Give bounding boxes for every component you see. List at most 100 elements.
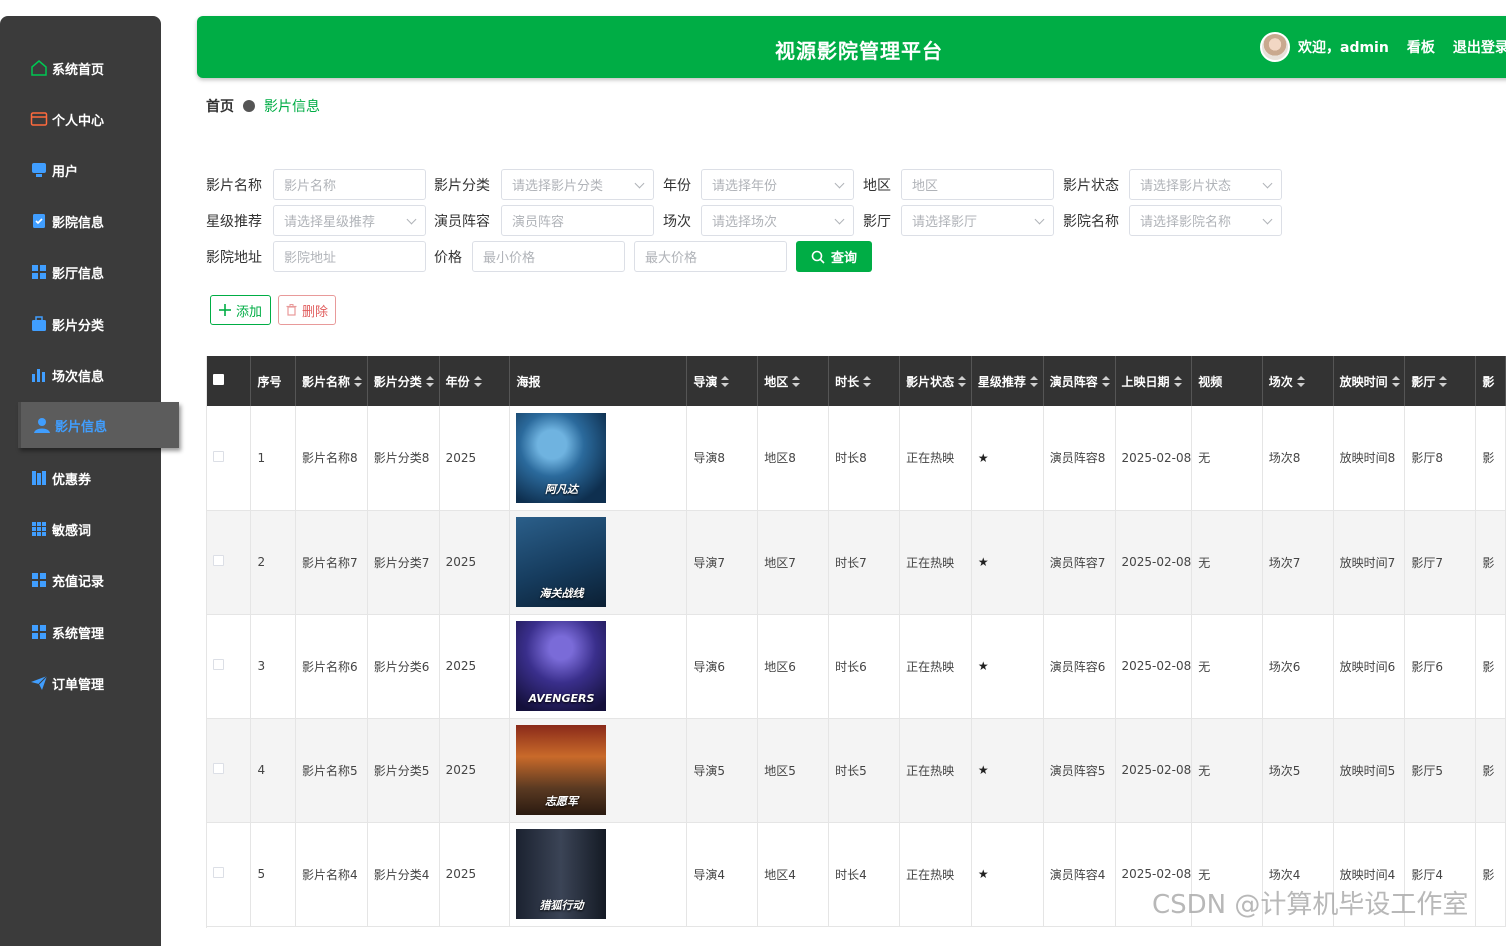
table-row[interactable]: 3 影片名称6 影片分类6 2025 AVENGERS 导演6 地区6 时长6 正在热映 ★ 演员阵…	[207, 614, 1506, 719]
table-row[interactable]: 1 影片名称8 影片分类8 2025 阿凡达 导演8 地区8 时长8 正在热映 ★ 演员阵容8 202…	[207, 406, 1506, 511]
rating-select[interactable]: 请选择星级推荐	[273, 205, 426, 236]
film-name-input[interactable]: 影片名称	[273, 169, 426, 200]
cell-rating: ★	[971, 406, 1044, 511]
col-header-director[interactable]: 导演	[686, 356, 759, 406]
cast-placeholder: 演员阵容	[512, 215, 565, 230]
row-checkbox[interactable]	[207, 406, 252, 511]
sidebar-item-sensitive-words[interactable]: 敏感词	[30, 515, 91, 543]
sidebar-item-coupon[interactable]: 优惠券	[30, 464, 91, 492]
col-header-release[interactable]: 上映日期	[1115, 356, 1193, 406]
col-header-region[interactable]: 地区	[757, 356, 830, 406]
cell-rating: ★	[971, 718, 1044, 823]
chevron-down-icon	[1262, 178, 1273, 189]
poster-image[interactable]: AVENGERS	[516, 621, 607, 711]
cell-duration: 时长4	[828, 822, 901, 927]
avatar[interactable]	[1260, 32, 1290, 62]
cell-rating: ★	[971, 510, 1044, 615]
price-min-input[interactable]: 最小价格	[472, 241, 625, 272]
sidebar-item-session-info[interactable]: 场次信息	[30, 361, 104, 389]
status-select[interactable]: 请选择影片状态	[1129, 169, 1282, 200]
sidebar-item-cinema-info[interactable]: 影院信息	[30, 207, 104, 235]
year-label: 年份	[663, 178, 691, 194]
cell-rating: ★	[971, 614, 1044, 719]
poster-image[interactable]: 志愿军	[516, 725, 607, 815]
col-header-cast[interactable]: 演员阵容	[1043, 356, 1116, 406]
sidebar-item-label: 影厅信息	[52, 266, 105, 282]
logout-link[interactable]: 退出登录	[1453, 37, 1506, 57]
briefcase-icon	[30, 315, 48, 333]
breadcrumb: 首页 影片信息	[206, 96, 320, 116]
cell-duration: 时长8	[828, 406, 901, 511]
session-select[interactable]: 请选择场次	[701, 205, 854, 236]
cell-release: 2025-02-08	[1115, 406, 1193, 511]
breadcrumb-home[interactable]: 首页	[206, 96, 234, 116]
col-header-poster: 海报	[509, 356, 688, 406]
query-button[interactable]: 查询	[796, 241, 872, 272]
col-header-duration[interactable]: 时长	[828, 356, 901, 406]
row-checkbox[interactable]	[207, 718, 252, 823]
sidebar-item-home[interactable]: 系统首页	[30, 54, 104, 82]
table-row[interactable]: 4 影片名称5 影片分类5 2025 志愿军 导演5 地区5 时长5 正在热映 ★ 演员阵容5 202…	[207, 718, 1506, 823]
cell-category: 影片分类8	[367, 406, 440, 511]
sidebar-item-recharge[interactable]: 充值记录	[30, 566, 104, 594]
category-select[interactable]: 请选择影片分类	[501, 169, 654, 200]
region-input[interactable]: 地区	[901, 169, 1054, 200]
sort-icon	[1101, 375, 1110, 387]
col-header-year[interactable]: 年份	[439, 356, 511, 406]
col-header-showtime[interactable]: 放映时间	[1333, 356, 1406, 406]
session-label: 场次	[663, 214, 691, 230]
col-header-category[interactable]: 影片分类	[367, 356, 440, 406]
sidebar-item-hall-info[interactable]: 影厅信息	[30, 258, 104, 286]
sort-icon	[1296, 375, 1305, 387]
cell-year: 2025	[439, 718, 511, 823]
col-header-status[interactable]: 影片状态	[899, 356, 972, 406]
cinema-name-select[interactable]: 请选择影院名称	[1129, 205, 1282, 236]
chevron-down-icon	[406, 214, 417, 225]
cast-input[interactable]: 演员阵容	[501, 205, 654, 236]
delete-button-label: 删除	[301, 304, 328, 320]
row-checkbox[interactable]	[207, 822, 252, 927]
cell-no: 1	[250, 406, 296, 511]
sidebar-item-user[interactable]: 用户	[30, 156, 78, 184]
cinema-address-input[interactable]: 影院地址	[273, 241, 426, 272]
table-row[interactable]: 2 影片名称7 影片分类7 2025 海关战线 导演7 地区7 时长7 正在热映 ★ 演员阵容7 20…	[207, 510, 1506, 615]
sidebar-item-film-category[interactable]: 影片分类	[30, 310, 104, 338]
cell-director: 导演6	[686, 614, 759, 719]
cell-video: 无	[1191, 406, 1263, 511]
cinema-name-placeholder: 请选择影院名称	[1140, 215, 1232, 230]
hall-select[interactable]: 请选择影厅	[901, 205, 1054, 236]
col-header-hall[interactable]: 影厅	[1404, 356, 1477, 406]
sidebar-item-label: 优惠券	[52, 472, 92, 488]
row-checkbox[interactable]	[207, 510, 252, 615]
session-placeholder: 请选择场次	[712, 215, 778, 230]
poster-image[interactable]: 猎狐行动	[516, 829, 607, 919]
sidebar-item-film-info[interactable]: 影片信息	[18, 402, 179, 448]
add-button[interactable]: 添加	[210, 295, 271, 325]
price-max-input[interactable]: 最大价格	[634, 241, 787, 272]
category-placeholder: 请选择影片分类	[512, 179, 604, 194]
col-header-rating[interactable]: 星级推荐	[971, 356, 1044, 406]
cell-duration: 时长6	[828, 614, 901, 719]
cell-release: 2025-02-08	[1115, 718, 1193, 823]
sidebar-item-profile[interactable]: 个人中心	[30, 105, 104, 133]
sidebar-item-label: 影院信息	[52, 215, 105, 231]
row-checkbox[interactable]	[207, 614, 252, 719]
sidebar-item-orders[interactable]: 订单管理	[30, 669, 104, 697]
year-select[interactable]: 请选择年份	[701, 169, 854, 200]
col-header-session[interactable]: 场次	[1262, 356, 1334, 406]
cell-year: 2025	[439, 614, 511, 719]
board-link[interactable]: 看板	[1407, 37, 1435, 57]
cinema-address-placeholder: 影院地址	[284, 251, 337, 266]
cell-video: 无	[1191, 614, 1263, 719]
cell-hall: 影厅8	[1404, 406, 1477, 511]
sidebar-item-system[interactable]: 系统管理	[30, 618, 104, 646]
delete-button[interactable]: 删除	[278, 295, 336, 325]
rating-placeholder: 请选择星级推荐	[284, 215, 376, 230]
query-button-label: 查询	[830, 251, 857, 266]
poster-image[interactable]: 海关战线	[516, 517, 607, 607]
select-all-checkbox[interactable]	[207, 356, 252, 406]
poster-image[interactable]: 阿凡达	[516, 412, 607, 503]
sort-icon	[353, 375, 362, 387]
col-header-name[interactable]: 影片名称	[295, 356, 368, 406]
sort-icon	[863, 375, 872, 387]
